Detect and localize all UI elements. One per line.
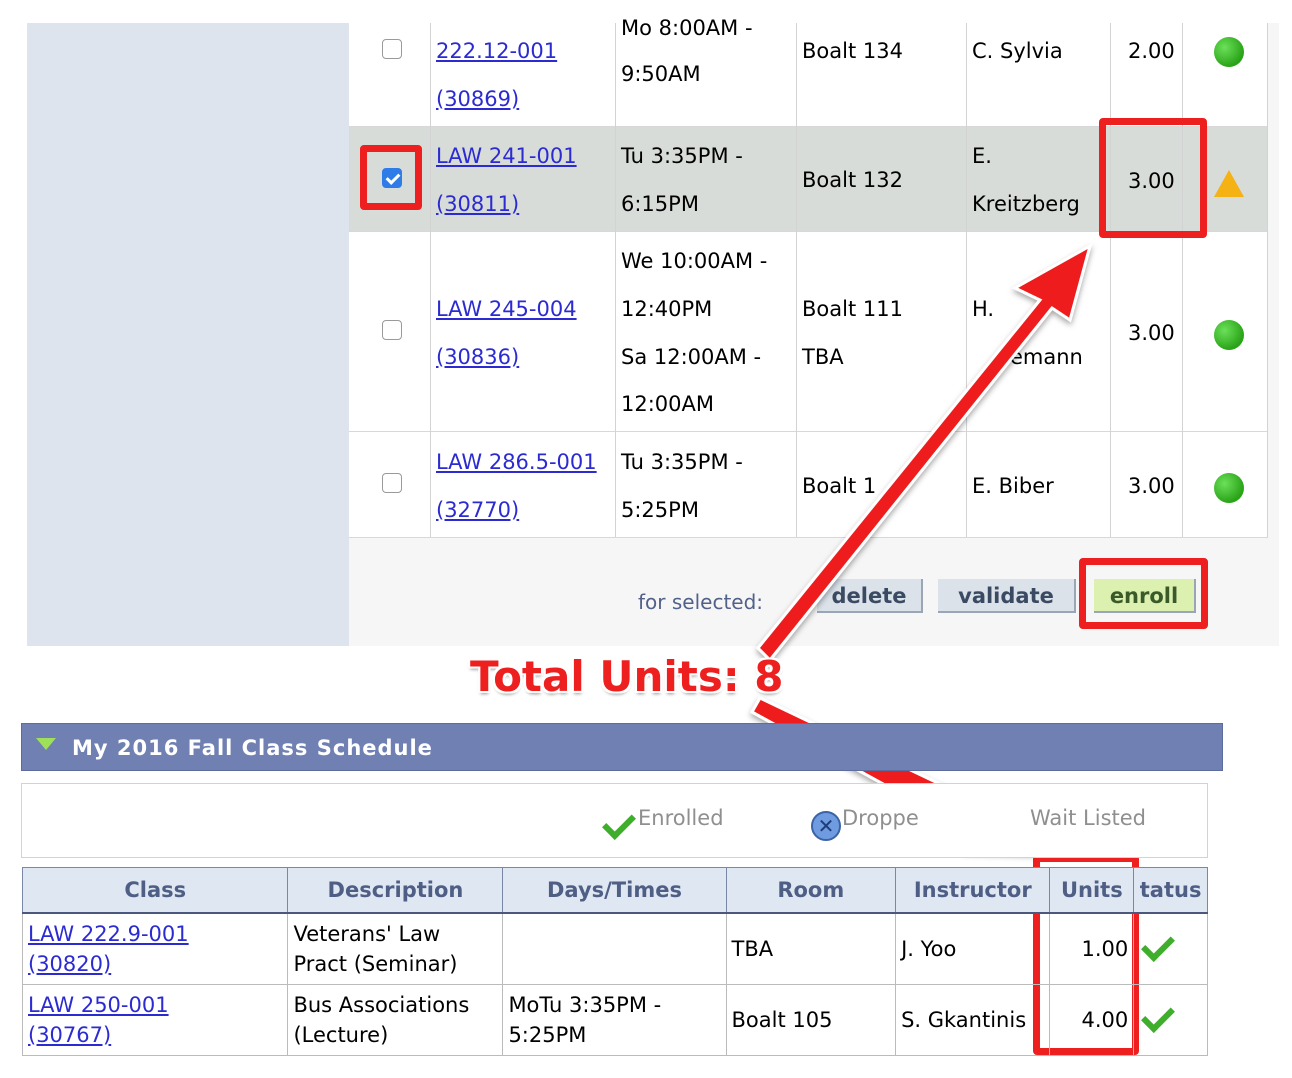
arrow-up [755,242,1093,663]
class-number-link[interactable]: (30767) [28,1023,111,1047]
class-link[interactable]: LAW 222.9-001 [28,922,189,946]
units: 1.00 [1081,937,1129,961]
enrolled-check-icon [1141,928,1176,962]
enrolled-check-icon [602,806,636,840]
room: TBA [731,937,774,961]
description: Bus Associations [293,993,470,1017]
description: Veterans' Law [293,922,441,946]
class-link[interactable]: LAW 250-001 [28,993,169,1017]
days-times: 5:25PM [508,1023,587,1047]
description: (Lecture) [293,1023,389,1047]
class-number-link[interactable]: (30820) [28,952,111,976]
table-row: LAW 250-001 (30767) Bus Associations (Lect… [21,984,1208,1056]
description: Pract (Seminar) [293,952,458,976]
enrolled-check-icon [1141,999,1176,1033]
column-header: Description [287,867,504,914]
column-header: tatus [1133,867,1208,914]
dropped-x-icon: ✕ [811,811,841,841]
legend-dropped: Droppe [842,806,919,830]
room: Boalt 105 [731,1008,833,1032]
legend-enrolled: Enrolled [638,806,724,830]
instructor: S. Gkantinis [901,1008,1027,1032]
class-schedule-table: Class Description Days/Times Room Instru… [21,867,1208,1056]
column-header: Room [725,867,897,914]
schedule-header[interactable]: My 2016 Fall Class Schedule [21,723,1223,771]
total-units-annotation: Total Units: 8 [470,652,784,701]
schedule-title: My 2016 Fall Class Schedule [72,736,433,760]
column-header: Units [1049,867,1135,914]
days-times: MoTu 3:35PM - [508,993,662,1017]
table-row: LAW 222.9-001 (30820) Veterans' Law Pract … [21,912,1208,985]
instructor: J. Yoo [901,937,957,961]
legend-wait-listed: Wait Listed [1030,806,1146,830]
column-header: Instructor [895,867,1051,914]
status-legend: Enrolled ✕ Droppe Wait Listed [21,783,1208,858]
collapse-triangle-icon[interactable] [36,738,56,750]
column-header: Class [21,867,289,914]
units: 4.00 [1081,1008,1129,1032]
column-header: Days/Times [502,867,727,914]
